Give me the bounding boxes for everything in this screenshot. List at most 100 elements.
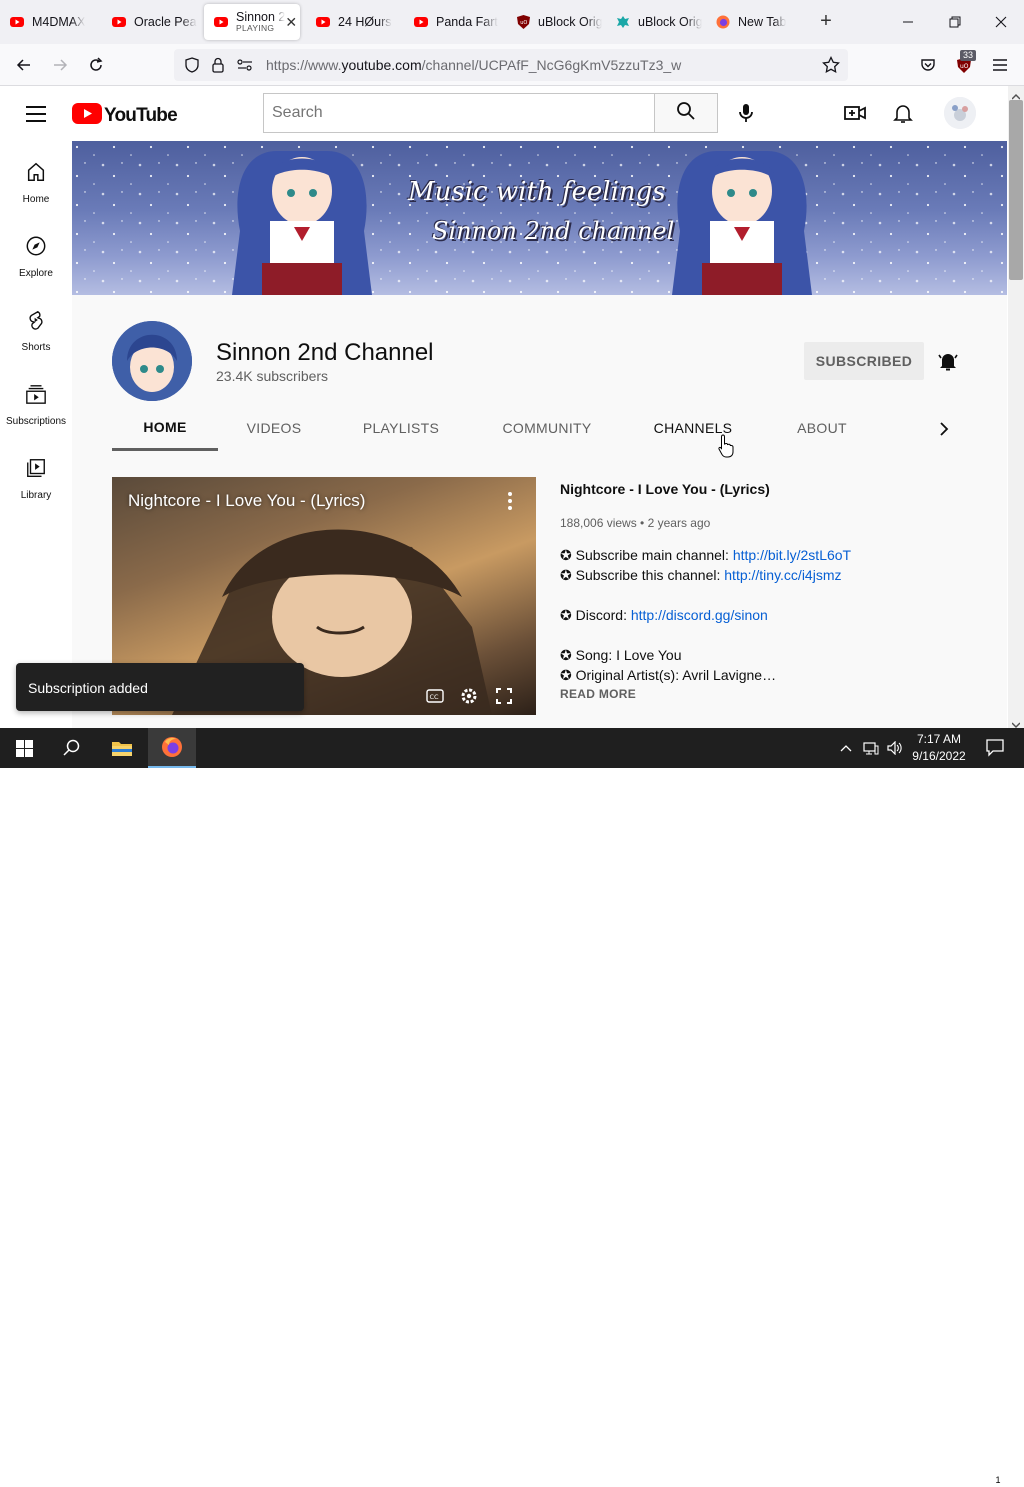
- chevron-right-icon[interactable]: [932, 417, 956, 441]
- tab-title: 24 HØurs: [338, 15, 392, 29]
- tab-title: New Tab: [738, 15, 787, 29]
- tab-title: uBlock Orig: [538, 15, 602, 29]
- line-text: ✪ Subscribe main channel:: [560, 547, 733, 563]
- back-arrow-icon[interactable]: [12, 53, 36, 77]
- settings-gear-icon[interactable]: [460, 687, 478, 710]
- close-window-icon[interactable]: [989, 10, 1013, 34]
- description-line: ✪ Subscribe this channel: http://tiny.cc…: [560, 565, 990, 585]
- create-video-icon[interactable]: [843, 101, 867, 125]
- tab-home[interactable]: HOME: [112, 405, 218, 451]
- left-guide-rail: Home Explore Shorts Subscriptions Librar…: [0, 141, 72, 728]
- youtube-icon: [10, 15, 24, 29]
- windows-start-icon[interactable]: [0, 728, 48, 768]
- description-link[interactable]: http://bit.ly/2stL6oT: [733, 547, 851, 563]
- description-link[interactable]: http://tiny.cc/i4jsmz: [724, 567, 841, 583]
- notifications-bell-icon[interactable]: [891, 101, 915, 125]
- volume-icon[interactable]: [884, 728, 906, 768]
- clock-time: 7:17 AM: [916, 732, 962, 746]
- browser-tab[interactable]: Oracle Pea: [102, 4, 198, 40]
- description-line: ✪ Song: I Love You: [560, 647, 682, 663]
- hamburger-menu-icon[interactable]: [24, 104, 48, 124]
- rail-label: Subscriptions: [5, 416, 67, 427]
- svg-text:uO: uO: [960, 63, 969, 70]
- tab-playlists[interactable]: PLAYLISTS: [344, 405, 458, 451]
- featured-video-title[interactable]: Nightcore - I Love You - (Lyrics): [560, 481, 990, 497]
- close-tab-icon[interactable]: ✕: [285, 14, 297, 31]
- action-center-icon[interactable]: [980, 728, 1012, 768]
- user-avatar[interactable]: [944, 97, 976, 129]
- subscription-toast: Subscription added: [16, 663, 304, 711]
- browser-tab-strip: M4DMAX Oracle Pea Sinnon 2 PLAYING ✕ 24 …: [0, 0, 1024, 44]
- permissions-icon[interactable]: [237, 58, 253, 77]
- search-button[interactable]: [654, 93, 718, 133]
- system-clock[interactable]: 7:17 AM 9/16/2022: [904, 731, 974, 765]
- search-input[interactable]: [263, 93, 655, 133]
- channel-header: Sinnon 2nd Channel 23.4K subscribers SUB…: [72, 295, 1007, 455]
- browser-tab[interactable]: Panda Fart: [404, 4, 500, 40]
- subscriber-count: 23.4K subscribers: [216, 368, 329, 384]
- scrollbar-thumb[interactable]: [1009, 100, 1023, 280]
- rail-item-explore[interactable]: Explore: [0, 215, 72, 289]
- line-text: ✪ Subscribe this channel:: [560, 567, 725, 583]
- channel-avatar[interactable]: [112, 321, 192, 401]
- minimize-icon[interactable]: [896, 10, 920, 34]
- rail-label: Home: [22, 194, 50, 205]
- svg-text:uO: uO: [520, 20, 527, 26]
- channel-name: Sinnon 2nd Channel: [216, 339, 434, 366]
- channel-banner: Music with feelings Sinnon 2nd channel: [72, 141, 1007, 295]
- tab-community[interactable]: COMMUNITY: [484, 405, 610, 451]
- ublock-origin-teal-icon: [616, 15, 630, 29]
- network-icon[interactable]: [860, 728, 882, 768]
- firefox-taskbar-icon[interactable]: [148, 728, 196, 768]
- url-bar[interactable]: https://www.youtube.com/channel/UCPAfF_N…: [174, 49, 848, 81]
- tracking-protection-shield-icon[interactable]: [184, 57, 200, 78]
- rail-item-shorts[interactable]: Shorts: [0, 289, 72, 363]
- browser-tab[interactable]: New Tab: [706, 4, 806, 40]
- description-line: ✪ Original Artist(s): Avril Lavigne…: [560, 667, 777, 683]
- clock-date: 9/16/2022: [912, 749, 966, 763]
- youtube-logo[interactable]: YouTube: [72, 103, 178, 129]
- rail-item-library[interactable]: Library: [0, 437, 72, 511]
- banner-tagline: Music with feelings: [408, 177, 666, 207]
- browser-tab[interactable]: uBlock Orig: [606, 4, 702, 40]
- microphone-icon[interactable]: [734, 101, 758, 125]
- rail-item-home[interactable]: Home: [0, 141, 72, 215]
- lock-icon[interactable]: [211, 57, 225, 78]
- search-icon: [676, 101, 696, 126]
- notification-bell-icon[interactable]: [936, 349, 960, 373]
- description-body: ✪ Subscribe main channel: http://bit.ly/…: [560, 545, 990, 685]
- description-link[interactable]: http://discord.gg/sinon: [631, 607, 768, 623]
- banner-channel-label: Sinnon 2nd channel: [432, 217, 675, 245]
- browser-tab[interactable]: M4DMAX: [0, 4, 96, 40]
- tab-videos[interactable]: VIDEOS: [226, 405, 322, 451]
- captions-icon[interactable]: CC: [426, 689, 444, 708]
- url-prefix: https://www.: [266, 57, 342, 73]
- browser-tab[interactable]: 24 HØurs: [306, 4, 402, 40]
- subscribed-button[interactable]: SUBSCRIBED: [804, 342, 924, 380]
- reload-icon[interactable]: [84, 53, 108, 77]
- browser-tab[interactable]: uO uBlock Orig: [506, 4, 602, 40]
- youtube-icon: [112, 15, 126, 29]
- anime-character-left: [232, 151, 372, 295]
- forward-arrow-icon[interactable]: [48, 53, 72, 77]
- app-menu-icon[interactable]: [988, 53, 1012, 77]
- chevron-up-icon[interactable]: [836, 728, 856, 768]
- browser-tab-active[interactable]: Sinnon 2 PLAYING ✕: [204, 4, 300, 40]
- file-explorer-icon[interactable]: [98, 728, 146, 768]
- pocket-icon[interactable]: [916, 53, 940, 77]
- read-more-button[interactable]: READ MORE: [560, 687, 990, 701]
- bookmark-star-icon[interactable]: [822, 55, 840, 79]
- rail-item-subscriptions[interactable]: Subscriptions: [0, 363, 72, 437]
- subscriptions-icon: [25, 383, 47, 416]
- new-tab-icon[interactable]: +: [814, 10, 838, 34]
- youtube-icon: [214, 15, 228, 29]
- windows-taskbar: 7:17 AM 9/16/2022 1: [0, 728, 1024, 1487]
- restore-icon[interactable]: [943, 10, 967, 34]
- video-controls: CC: [422, 687, 532, 711]
- description-line: ✪ Subscribe main channel: http://bit.ly/…: [560, 545, 990, 565]
- taskbar-search-icon[interactable]: [48, 728, 96, 768]
- fullscreen-icon[interactable]: [496, 688, 512, 709]
- video-overlay-title: Nightcore - I Love You - (Lyrics): [128, 491, 366, 510]
- more-options-icon[interactable]: [506, 491, 514, 511]
- tab-about[interactable]: ABOUT: [778, 405, 866, 451]
